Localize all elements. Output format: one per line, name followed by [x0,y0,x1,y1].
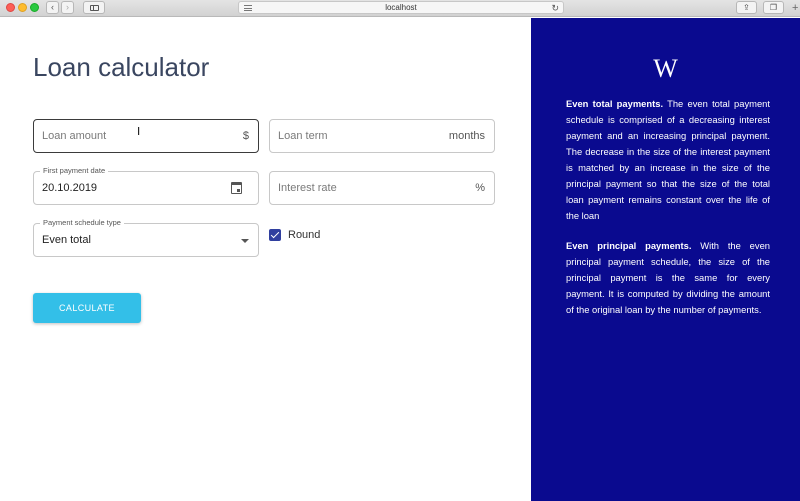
percent-suffix: % [475,182,485,194]
even-principal-title: Even principal payments. [566,240,692,251]
dollar-suffix: $ [242,130,249,142]
back-button[interactable]: ‹ [46,1,59,14]
show-tabs-button[interactable]: ❐ [763,1,784,14]
share-button[interactable]: ⇪ [736,1,757,14]
even-principal-text: With the even principal payment schedule… [566,240,770,315]
reader-icon[interactable] [244,5,252,11]
calendar-icon[interactable] [231,182,242,194]
first-payment-date-label: First payment date [40,166,109,175]
page-title: Loan calculator [33,52,210,82]
text-cursor-icon: I [137,125,141,138]
first-payment-date-input[interactable]: First payment date 20.10.2019 [33,166,259,205]
even-total-title: Even total payments. [566,98,664,109]
loan-term-placeholder: Loan term [278,130,328,142]
reload-icon[interactable]: ↻ [551,2,559,14]
chevron-left-icon: ‹ [51,2,54,12]
loan-term-input[interactable]: Loan term months [269,119,495,153]
loan-amount-input[interactable]: Loan amount I $ [33,119,259,153]
even-total-description: Even total payments. The even total paym… [566,96,770,224]
chevron-right-icon: › [66,2,69,12]
sidebar-icon [90,5,99,11]
interest-rate-input[interactable]: Interest rate % [269,171,495,205]
zoom-window-button[interactable] [30,3,39,12]
even-total-text: The even total payment schedule is compr… [566,98,770,221]
info-panel: W Even total payments. The even total pa… [531,18,800,501]
round-label[interactable]: Round [288,229,320,241]
months-suffix: months [448,130,485,142]
even-principal-description: Even principal payments. With the even p… [566,238,770,318]
calculate-button[interactable]: CALCULATE [33,293,141,323]
sidebar-toggle-button[interactable] [83,1,105,14]
first-payment-date-value: 20.10.2019 [42,182,98,194]
tabs-icon: ❐ [769,3,778,12]
payment-schedule-type-label: Payment schedule type [40,218,124,227]
dropdown-arrow-icon [241,239,249,243]
close-window-button[interactable] [6,3,15,12]
address-bar[interactable]: localhost ↻ [238,1,564,14]
wikipedia-logo: W [653,54,678,83]
browser-toolbar: ‹ › localhost ↻ ⇪ ❐ + [0,0,800,17]
payment-schedule-type-value: Even total [42,234,91,246]
new-tab-button[interactable]: + [792,2,798,14]
minimize-window-button[interactable] [18,3,27,12]
loan-amount-placeholder: Loan amount [42,130,107,142]
address-text: localhost [385,3,417,12]
forward-button[interactable]: › [61,1,74,14]
payment-schedule-type-select[interactable]: Payment schedule type Even total [33,218,259,257]
interest-rate-placeholder: Interest rate [278,182,337,194]
share-icon: ⇪ [743,3,750,12]
round-checkbox[interactable] [269,229,281,241]
